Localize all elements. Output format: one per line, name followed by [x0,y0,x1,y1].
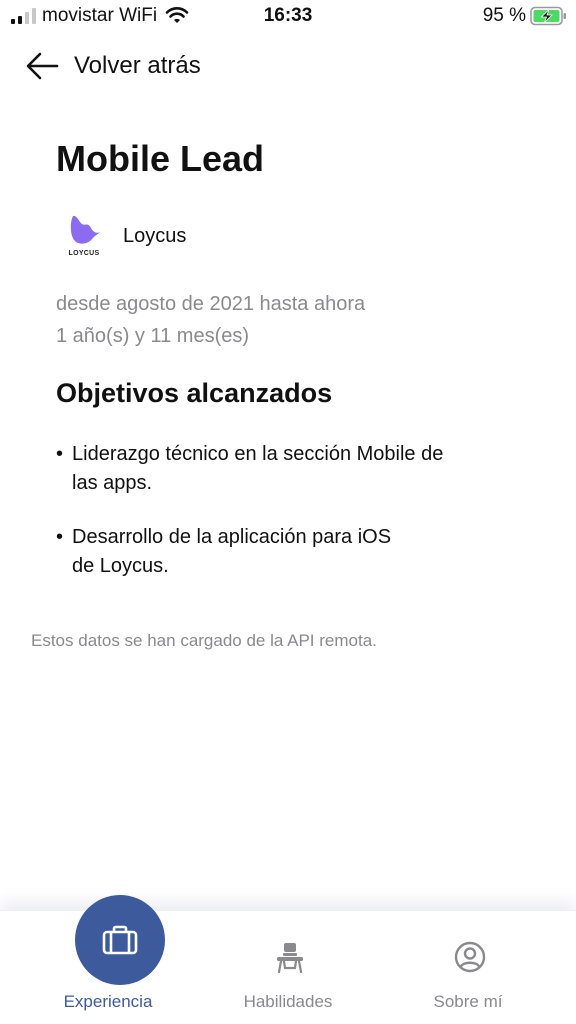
bullet: • [56,526,64,548]
loycus-logo-icon [70,215,100,244]
data-source-note: Estos datos se han cargado de la API rem… [31,631,377,650]
bottom-tab-bar: Experiencia Habilidades Sobre mí [0,895,576,1024]
company-logo-text: LOYCUS [68,250,100,257]
briefcase-icon [102,925,138,955]
achievement-line: las apps. [72,472,153,494]
job-title: Mobile Lead [56,138,265,179]
battery-charging-icon [530,6,566,26]
tab-label: Experiencia [63,992,153,1011]
active-tab-indicator [75,895,165,985]
back-button-label: Volver atrás [74,52,201,79]
company-row: LOYCUS Loycus [64,212,186,260]
tab-label: Habilidades [243,992,333,1011]
tab-habilidades[interactable]: Habilidades [192,911,384,1024]
arrow-left-icon [26,52,59,80]
achievements-title: Objetivos alcanzados [56,378,333,408]
job-duration: 1 año(s) y 11 mes(es) [56,325,250,347]
user-circle-icon [454,941,486,973]
achievement-item: • Desarrollo de la aplicación para iOS d… [56,523,516,581]
tab-sobre-mi[interactable]: Sobre mí [372,911,564,1024]
achievement-line: Desarrollo de la aplicación para iOS [72,526,392,548]
job-dates: desde agosto de 2021 hasta ahora [56,293,366,315]
tab-label: Sobre mí [433,992,503,1011]
achievement-line: Liderazgo técnico en la sección Mobile d… [72,443,444,465]
battery-percent: 95 % [482,5,526,26]
status-bar: movistar WiFi 16:33 95 % [0,0,576,34]
bullet: • [56,443,64,465]
back-button[interactable]: Volver atrás [24,44,201,88]
company-name: Loycus [123,224,187,247]
company-logo: LOYCUS [64,212,104,260]
achievement-line: de Loycus. [72,555,169,577]
achievements-list: • Liderazgo técnico en la sección Mobile… [56,440,516,606]
desk-chair-icon [277,943,303,973]
achievement-item: • Liderazgo técnico en la sección Mobile… [56,440,516,498]
tab-experiencia[interactable]: Experiencia [12,895,204,1024]
